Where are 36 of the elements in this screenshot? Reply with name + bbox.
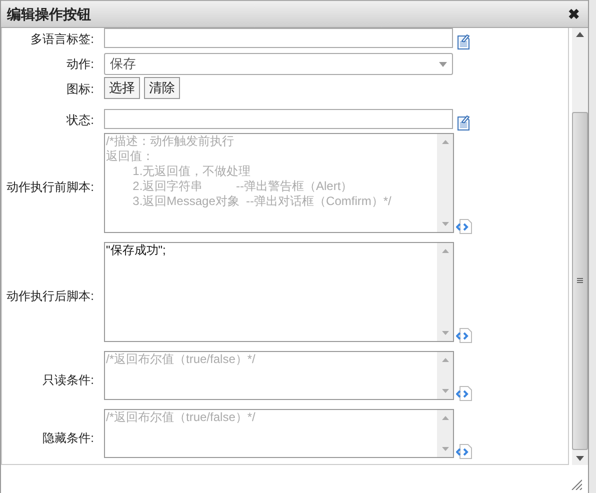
text-field[interactable] — [104, 109, 453, 129]
field-label: 多语言标签: — [30, 31, 95, 48]
placeholder-text: /*返回布尔值（true/false）*/ — [106, 352, 256, 367]
placeholder-text: 2.返回字符串 --弹出警告框（Alert） — [132, 179, 353, 194]
code-file-icon[interactable] — [456, 386, 472, 401]
placeholder-text: 3.返回Message对象 --弹出对话框（Comfirm）*/ — [132, 194, 392, 209]
code-file-icon[interactable] — [456, 444, 472, 459]
icon-button[interactable]: 清除 — [144, 77, 180, 99]
edit-document-icon[interactable] — [456, 34, 470, 50]
grip-icon — [577, 278, 583, 284]
text-field[interactable] — [104, 28, 453, 48]
field-label: 状态: — [66, 112, 95, 129]
placeholder-text: 1.无返回值，不做处理 — [132, 164, 251, 179]
field-label: 动作执行后脚本: — [6, 288, 95, 305]
field-label: 动作执行前脚本: — [6, 179, 95, 196]
code-file-icon[interactable] — [456, 328, 472, 343]
dropdown-caret-icon — [439, 62, 447, 66]
close-button[interactable]: ✖ — [568, 7, 580, 21]
scroll-thumb[interactable] — [572, 112, 588, 450]
code-file-icon[interactable] — [456, 219, 472, 234]
field-label: 图标: — [66, 81, 95, 98]
field-label: 隐藏条件: — [42, 430, 95, 446]
window-title: 编辑操作按钮 — [7, 4, 91, 24]
action-dropdown[interactable]: 保存 — [104, 53, 453, 75]
scrollbar[interactable] — [572, 28, 588, 465]
resize-grip-icon[interactable] — [571, 479, 582, 490]
placeholder-text: /*返回布尔值（true/false）*/ — [106, 410, 256, 425]
icon-button[interactable]: 选择 — [104, 77, 140, 99]
placeholder-text: /*描述：动作触发前执行 — [106, 134, 234, 149]
field-label: 只读条件: — [42, 372, 95, 388]
placeholder-text: 返回值： — [106, 149, 154, 164]
script-text: "保存成功"; — [106, 243, 166, 258]
field-label: 动作: — [66, 56, 95, 73]
scroll-up-icon[interactable] — [576, 32, 584, 37]
edit-document-icon[interactable] — [456, 115, 470, 131]
scroll-down-icon[interactable] — [576, 456, 584, 461]
